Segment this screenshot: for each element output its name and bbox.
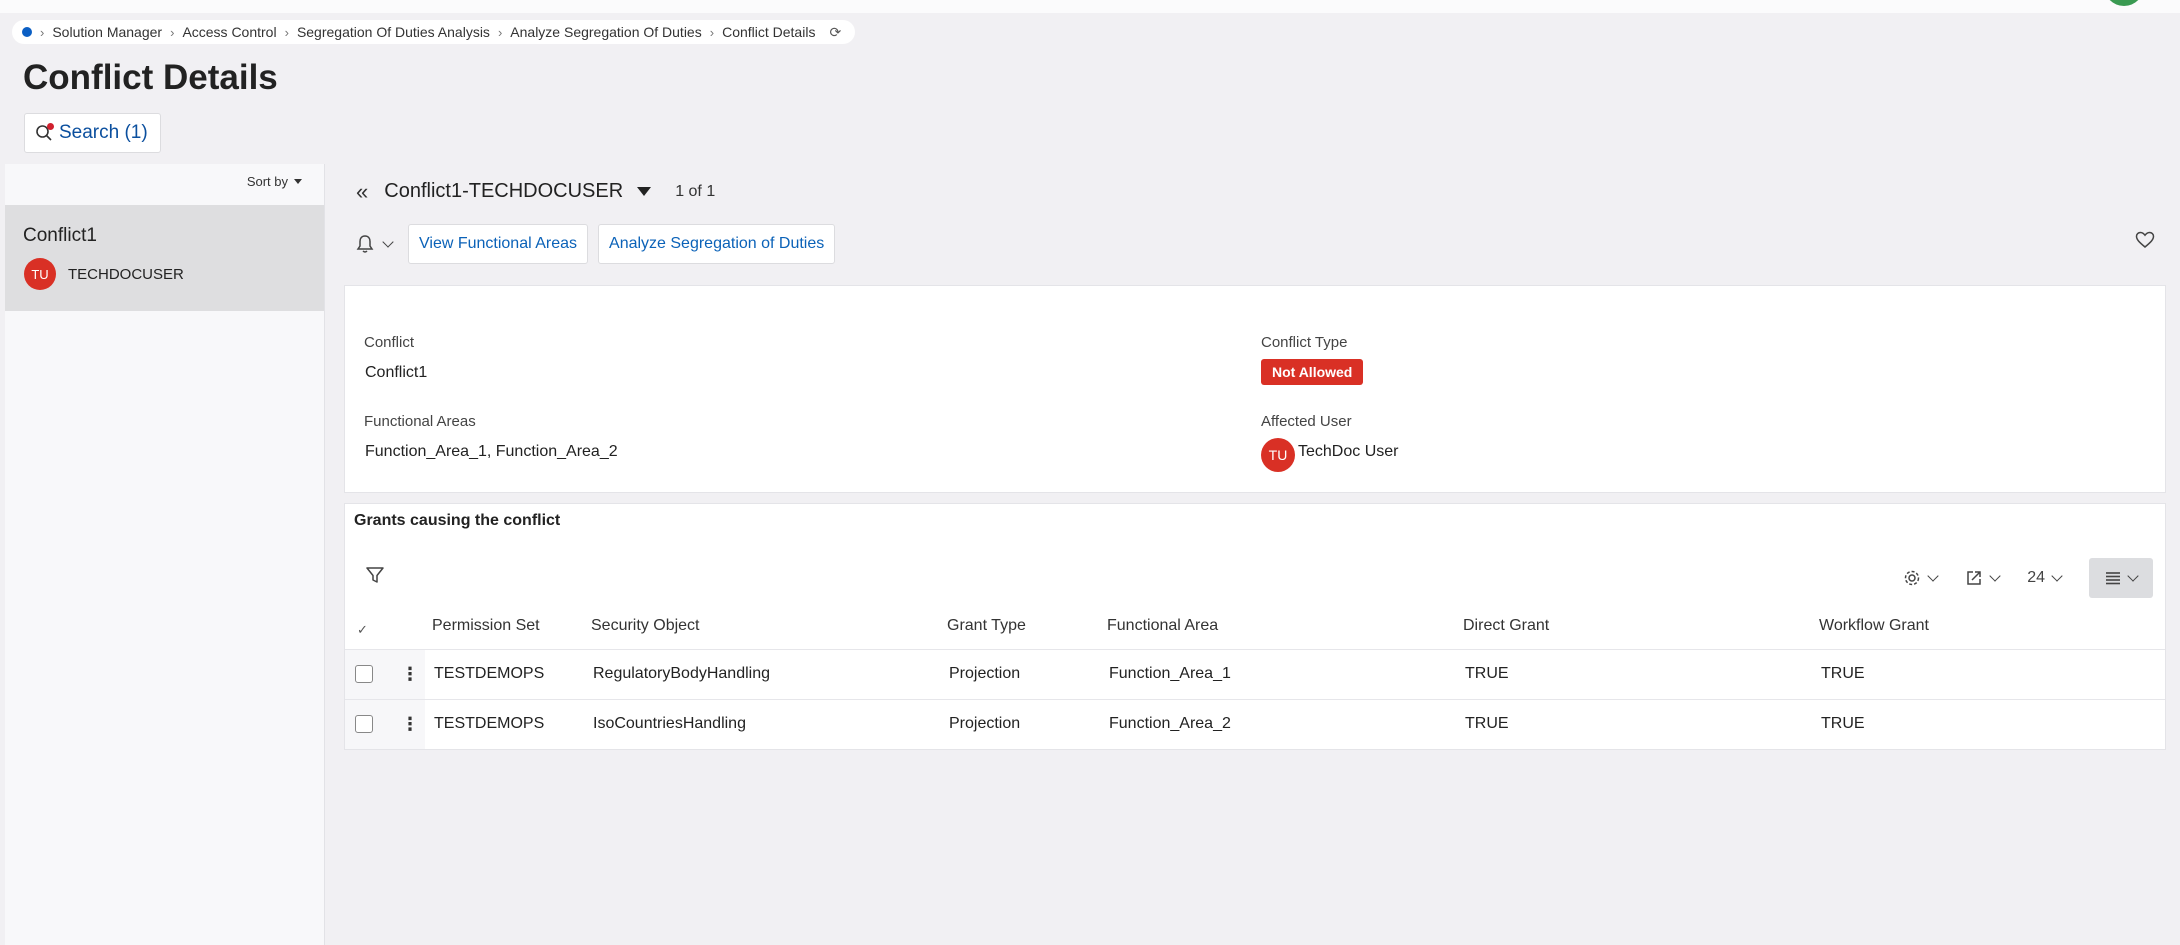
table-cell: TRUE [1465, 715, 1509, 732]
more-vertical-icon[interactable]: ⋮ [401, 665, 419, 683]
active-filter-indicator [47, 123, 54, 130]
table-cell: TRUE [1821, 665, 1865, 682]
breadcrumb-item[interactable]: Access Control [182, 24, 276, 40]
table-cell: Function_Area_1 [1109, 665, 1231, 682]
page-size-selector[interactable]: 24 [2027, 569, 2063, 587]
column-header[interactable]: Functional Area [1107, 617, 1218, 635]
column-header[interactable]: Security Object [591, 617, 699, 635]
table-cell: Projection [949, 715, 1021, 732]
chevron-right-icon: › [709, 24, 715, 40]
table-cell: RegulatoryBodyHandling [593, 665, 770, 682]
record-list: Sort by Conflict1 TU TECHDOCUSER [5, 164, 325, 945]
table-cell: Projection [949, 665, 1021, 682]
more-vertical-icon[interactable]: ⋮ [401, 715, 419, 733]
table-row[interactable]: ⋮ TESTDEMOPS IsoCountriesHandling Projec… [345, 699, 2165, 749]
export-icon [1967, 571, 1981, 585]
chevron-down-icon [2051, 570, 2063, 582]
conflict-label: Conflict [364, 334, 415, 351]
notifications-menu[interactable] [356, 234, 394, 254]
search-icon [35, 123, 54, 142]
functional-areas-value: Function_Area_1, Function_Area_2 [365, 443, 618, 460]
chevron-right-icon: › [284, 24, 289, 40]
sort-by-button[interactable]: Sort by [247, 174, 302, 189]
sort-by-label: Sort by [246, 174, 288, 189]
breadcrumb: › Solution Manager › Access Control › Se… [12, 20, 856, 44]
list-item-title: Conflict1 [23, 225, 97, 246]
avatar: TU [1261, 438, 1295, 472]
gear-icon [1904, 570, 1920, 586]
search-label: Search (1) [59, 122, 148, 143]
row-handle: ⋮ [345, 650, 425, 699]
chevron-right-icon: › [497, 24, 503, 40]
avatar: TU [24, 258, 56, 290]
chevron-down-icon [1989, 570, 2001, 582]
table-cell: IsoCountriesHandling [593, 715, 746, 732]
chevron-down-icon [2127, 570, 2139, 582]
grants-table: Grants causing the conflict 24 ✓ Permiss… [344, 503, 2166, 750]
home-icon[interactable] [22, 27, 32, 37]
record-header: « Conflict1-TECHDOCUSER 1 of 1 [356, 180, 715, 203]
bell-icon [356, 235, 374, 253]
table-settings-menu[interactable] [1903, 569, 1939, 587]
refresh-icon[interactable]: ⟳ [829, 24, 841, 41]
row-checkbox[interactable] [355, 715, 373, 733]
row-handle: ⋮ [345, 700, 425, 749]
breadcrumb-item[interactable]: Solution Manager [52, 24, 162, 40]
select-all-checkmark-icon[interactable]: ✓ [357, 622, 368, 638]
breadcrumb-item[interactable]: Analyze Segregation Of Duties [510, 24, 701, 40]
list-item[interactable]: Conflict1 TU TECHDOCUSER [5, 205, 324, 311]
grants-title: Grants causing the conflict [354, 512, 561, 529]
breadcrumb-item[interactable]: Segregation Of Duties Analysis [297, 24, 490, 40]
top-strip [0, 0, 2180, 13]
heart-icon[interactable] [2135, 231, 2155, 249]
breadcrumb-current: Conflict Details [722, 24, 816, 40]
column-header[interactable]: Direct Grant [1463, 617, 1549, 635]
table-cell: Function_Area_2 [1109, 715, 1231, 732]
search-button[interactable]: Search (1) [24, 113, 161, 153]
page-size-value: 24 [2027, 569, 2045, 586]
export-menu[interactable] [1965, 569, 2001, 587]
record-title: Conflict1-TECHDOCUSER [384, 180, 624, 202]
row-checkbox[interactable] [355, 665, 373, 683]
filter-icon[interactable] [365, 565, 385, 585]
caret-down-icon [294, 179, 302, 184]
functional-areas-label: Functional Areas [364, 413, 476, 430]
status-badge: Not Allowed [1261, 359, 1364, 385]
list-view-icon [2106, 572, 2120, 585]
affected-user-label: Affected User [1261, 413, 1352, 430]
analyze-sod-button[interactable]: Analyze Segregation of Duties [598, 224, 836, 264]
view-mode-menu[interactable] [2089, 558, 2153, 598]
chevron-down-icon [1927, 570, 1939, 582]
column-header[interactable]: Workflow Grant [1819, 617, 1929, 635]
chevron-down-icon [382, 236, 394, 248]
chevron-right-icon: › [40, 24, 45, 40]
table-cell: TESTDEMOPS [434, 665, 545, 682]
list-item-user: TECHDOCUSER [68, 266, 184, 283]
chevron-right-icon: › [170, 24, 175, 40]
conflict-value: Conflict1 [365, 364, 428, 381]
table-row[interactable]: ⋮ TESTDEMOPS RegulatoryBodyHandling Proj… [345, 649, 2165, 699]
record-selector-caret-icon[interactable] [637, 187, 652, 196]
table-cell: TRUE [1821, 715, 1865, 732]
conflict-details-card: Conflict Conflict1 Conflict Type Not All… [344, 285, 2166, 493]
table-cell: TESTDEMOPS [434, 715, 545, 732]
command-bar: View Functional Areas Analyze Segregatio… [356, 224, 836, 264]
record-count: 1 of 1 [675, 182, 716, 200]
collapse-list-icon[interactable]: « [356, 180, 368, 203]
affected-user-value[interactable]: TechDoc User [1298, 443, 1398, 461]
conflict-type-label: Conflict Type [1261, 334, 1348, 351]
column-header[interactable]: Permission Set [432, 617, 540, 635]
table-cell: TRUE [1465, 665, 1509, 682]
column-header[interactable]: Grant Type [947, 617, 1026, 635]
view-functional-areas-button[interactable]: View Functional Areas [408, 224, 589, 264]
page-title: Conflict Details [23, 58, 278, 97]
table-tools: 24 [1903, 558, 2153, 598]
